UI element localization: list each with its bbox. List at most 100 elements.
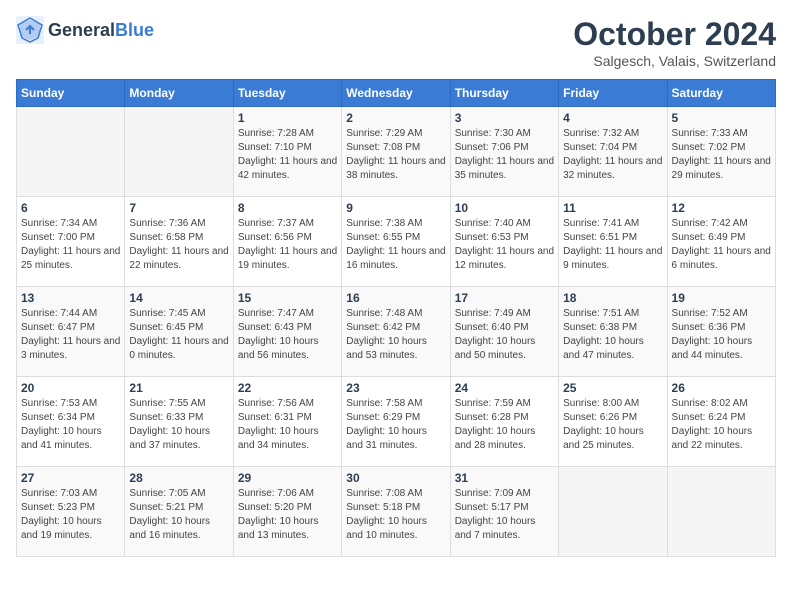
month-title: October 2024	[573, 16, 776, 53]
sunset: Sunset: 7:04 PM	[563, 142, 637, 153]
sunset: Sunset: 6:28 PM	[455, 412, 529, 423]
calendar-week-row: 20 Sunrise: 7:53 AM Sunset: 6:34 PM Dayl…	[17, 377, 776, 467]
sunrise: Sunrise: 7:53 AM	[21, 398, 97, 409]
daylight: Daylight: 10 hours and 37 minutes.	[129, 426, 210, 451]
calendar-cell: 1 Sunrise: 7:28 AM Sunset: 7:10 PM Dayli…	[233, 107, 341, 197]
daylight: Daylight: 11 hours and 19 minutes.	[238, 246, 337, 271]
day-info: Sunrise: 7:38 AM Sunset: 6:55 PM Dayligh…	[346, 217, 445, 273]
day-info: Sunrise: 7:05 AM Sunset: 5:21 PM Dayligh…	[129, 487, 228, 543]
calendar-cell: 6 Sunrise: 7:34 AM Sunset: 7:00 PM Dayli…	[17, 197, 125, 287]
calendar-cell: 17 Sunrise: 7:49 AM Sunset: 6:40 PM Dayl…	[450, 287, 558, 377]
daylight: Daylight: 10 hours and 25 minutes.	[563, 426, 644, 451]
weekday-header-saturday: Saturday	[667, 80, 775, 107]
calendar-cell: 3 Sunrise: 7:30 AM Sunset: 7:06 PM Dayli…	[450, 107, 558, 197]
day-info: Sunrise: 7:59 AM Sunset: 6:28 PM Dayligh…	[455, 397, 554, 453]
day-info: Sunrise: 7:53 AM Sunset: 6:34 PM Dayligh…	[21, 397, 120, 453]
sunset: Sunset: 6:58 PM	[129, 232, 203, 243]
day-number: 8	[238, 201, 337, 215]
daylight: Daylight: 10 hours and 10 minutes.	[346, 516, 427, 541]
sunset: Sunset: 6:51 PM	[563, 232, 637, 243]
daylight: Daylight: 10 hours and 28 minutes.	[455, 426, 536, 451]
sunrise: Sunrise: 7:09 AM	[455, 488, 531, 499]
day-number: 7	[129, 201, 228, 215]
calendar-cell: 13 Sunrise: 7:44 AM Sunset: 6:47 PM Dayl…	[17, 287, 125, 377]
logo-general: General	[48, 20, 115, 40]
sunrise: Sunrise: 7:30 AM	[455, 128, 531, 139]
sunrise: Sunrise: 7:03 AM	[21, 488, 97, 499]
daylight: Daylight: 10 hours and 56 minutes.	[238, 336, 319, 361]
sunset: Sunset: 6:40 PM	[455, 322, 529, 333]
day-info: Sunrise: 7:45 AM Sunset: 6:45 PM Dayligh…	[129, 307, 228, 363]
day-info: Sunrise: 7:09 AM Sunset: 5:17 PM Dayligh…	[455, 487, 554, 543]
calendar-cell: 16 Sunrise: 7:48 AM Sunset: 6:42 PM Dayl…	[342, 287, 450, 377]
day-info: Sunrise: 7:44 AM Sunset: 6:47 PM Dayligh…	[21, 307, 120, 363]
day-info: Sunrise: 7:55 AM Sunset: 6:33 PM Dayligh…	[129, 397, 228, 453]
calendar-cell: 10 Sunrise: 7:40 AM Sunset: 6:53 PM Dayl…	[450, 197, 558, 287]
day-number: 14	[129, 291, 228, 305]
sunset: Sunset: 6:33 PM	[129, 412, 203, 423]
day-info: Sunrise: 7:33 AM Sunset: 7:02 PM Dayligh…	[672, 127, 771, 183]
daylight: Daylight: 11 hours and 22 minutes.	[129, 246, 228, 271]
day-number: 17	[455, 291, 554, 305]
sunrise: Sunrise: 7:06 AM	[238, 488, 314, 499]
day-number: 10	[455, 201, 554, 215]
weekday-header-thursday: Thursday	[450, 80, 558, 107]
daylight: Daylight: 11 hours and 6 minutes.	[672, 246, 771, 271]
sunrise: Sunrise: 7:38 AM	[346, 218, 422, 229]
calendar-cell: 18 Sunrise: 7:51 AM Sunset: 6:38 PM Dayl…	[559, 287, 667, 377]
calendar-week-row: 27 Sunrise: 7:03 AM Sunset: 5:23 PM Dayl…	[17, 467, 776, 557]
logo-blue: Blue	[115, 20, 154, 40]
sunset: Sunset: 5:17 PM	[455, 502, 529, 513]
day-number: 29	[238, 471, 337, 485]
calendar-cell: 24 Sunrise: 7:59 AM Sunset: 6:28 PM Dayl…	[450, 377, 558, 467]
calendar-cell: 11 Sunrise: 7:41 AM Sunset: 6:51 PM Dayl…	[559, 197, 667, 287]
sunrise: Sunrise: 7:41 AM	[563, 218, 639, 229]
sunset: Sunset: 7:10 PM	[238, 142, 312, 153]
sunrise: Sunrise: 7:47 AM	[238, 308, 314, 319]
weekday-header-wednesday: Wednesday	[342, 80, 450, 107]
sunrise: Sunrise: 7:08 AM	[346, 488, 422, 499]
calendar-cell: 5 Sunrise: 7:33 AM Sunset: 7:02 PM Dayli…	[667, 107, 775, 197]
sunset: Sunset: 6:43 PM	[238, 322, 312, 333]
sunset: Sunset: 7:00 PM	[21, 232, 95, 243]
calendar-cell: 28 Sunrise: 7:05 AM Sunset: 5:21 PM Dayl…	[125, 467, 233, 557]
sunrise: Sunrise: 7:48 AM	[346, 308, 422, 319]
sunrise: Sunrise: 7:29 AM	[346, 128, 422, 139]
day-number: 6	[21, 201, 120, 215]
day-number: 19	[672, 291, 771, 305]
day-info: Sunrise: 8:00 AM Sunset: 6:26 PM Dayligh…	[563, 397, 662, 453]
sunset: Sunset: 6:53 PM	[455, 232, 529, 243]
day-number: 13	[21, 291, 120, 305]
weekday-header-sunday: Sunday	[17, 80, 125, 107]
day-number: 23	[346, 381, 445, 395]
calendar-cell: 12 Sunrise: 7:42 AM Sunset: 6:49 PM Dayl…	[667, 197, 775, 287]
sunset: Sunset: 6:45 PM	[129, 322, 203, 333]
day-info: Sunrise: 7:40 AM Sunset: 6:53 PM Dayligh…	[455, 217, 554, 273]
daylight: Daylight: 11 hours and 12 minutes.	[455, 246, 554, 271]
sunrise: Sunrise: 7:52 AM	[672, 308, 748, 319]
day-info: Sunrise: 7:42 AM Sunset: 6:49 PM Dayligh…	[672, 217, 771, 273]
calendar-cell: 21 Sunrise: 7:55 AM Sunset: 6:33 PM Dayl…	[125, 377, 233, 467]
sunset: Sunset: 6:38 PM	[563, 322, 637, 333]
sunrise: Sunrise: 7:55 AM	[129, 398, 205, 409]
calendar-cell: 31 Sunrise: 7:09 AM Sunset: 5:17 PM Dayl…	[450, 467, 558, 557]
daylight: Daylight: 11 hours and 38 minutes.	[346, 156, 445, 181]
daylight: Daylight: 10 hours and 31 minutes.	[346, 426, 427, 451]
logo: GeneralBlue	[16, 16, 154, 44]
daylight: Daylight: 10 hours and 50 minutes.	[455, 336, 536, 361]
calendar-cell: 20 Sunrise: 7:53 AM Sunset: 6:34 PM Dayl…	[17, 377, 125, 467]
sunset: Sunset: 5:20 PM	[238, 502, 312, 513]
calendar-cell: 19 Sunrise: 7:52 AM Sunset: 6:36 PM Dayl…	[667, 287, 775, 377]
title-block: October 2024 Salgesch, Valais, Switzerla…	[573, 16, 776, 69]
daylight: Daylight: 11 hours and 9 minutes.	[563, 246, 662, 271]
daylight: Daylight: 11 hours and 35 minutes.	[455, 156, 554, 181]
calendar-cell: 15 Sunrise: 7:47 AM Sunset: 6:43 PM Dayl…	[233, 287, 341, 377]
sunset: Sunset: 6:47 PM	[21, 322, 95, 333]
day-number: 24	[455, 381, 554, 395]
calendar-cell	[559, 467, 667, 557]
daylight: Daylight: 11 hours and 0 minutes.	[129, 336, 228, 361]
weekday-header-monday: Monday	[125, 80, 233, 107]
daylight: Daylight: 11 hours and 25 minutes.	[21, 246, 120, 271]
calendar-cell: 7 Sunrise: 7:36 AM Sunset: 6:58 PM Dayli…	[125, 197, 233, 287]
day-info: Sunrise: 7:08 AM Sunset: 5:18 PM Dayligh…	[346, 487, 445, 543]
